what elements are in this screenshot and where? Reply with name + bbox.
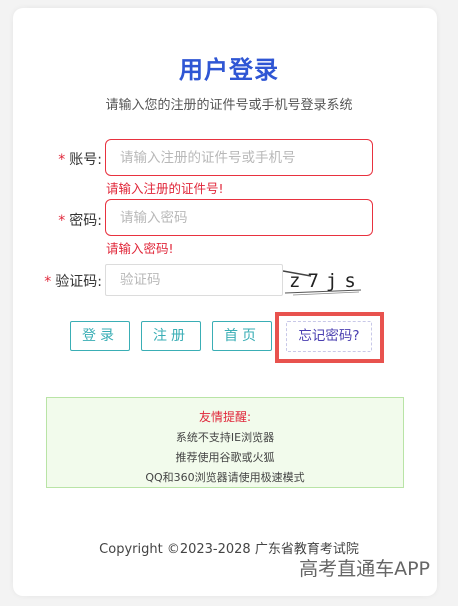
notice-box: 友情提醒: 系统不支持IE浏览器 推荐使用谷歌或火狐 QQ和360浏览器请使用极… [46, 397, 404, 488]
notice-line: 推荐使用谷歌或火狐 [175, 451, 275, 464]
login-button[interactable]: 登录 [70, 321, 130, 351]
required-mark: * [44, 274, 52, 290]
required-mark: * [58, 152, 66, 168]
page-title: 用户登录 [179, 56, 279, 84]
captcha-image[interactable]: z7js [283, 265, 363, 297]
register-button[interactable]: 注册 [141, 321, 201, 351]
account-error: 请输入注册的证件号! [106, 181, 224, 196]
captcha-input[interactable] [105, 264, 283, 296]
account-input[interactable] [105, 139, 373, 176]
password-error: 请输入密码! [106, 241, 174, 256]
required-mark: * [58, 213, 66, 229]
watermark: 高考直通车APP [299, 558, 430, 580]
forgot-password-button[interactable]: 忘记密码? [286, 321, 372, 352]
notice-line: 系统不支持IE浏览器 [175, 431, 275, 444]
notice-title: 友情提醒: [198, 410, 252, 424]
account-label: * 账号: [58, 152, 102, 168]
page-subtitle: 请输入您的注册的证件号或手机号登录系统 [105, 98, 353, 113]
home-button[interactable]: 首页 [212, 321, 272, 351]
captcha-text: z7js [289, 270, 363, 292]
captcha-label: * 验证码: [44, 274, 102, 290]
password-input[interactable] [105, 199, 373, 236]
password-label: * 密码: [58, 213, 102, 229]
notice-line: QQ和360浏览器请使用极速模式 [145, 471, 305, 484]
